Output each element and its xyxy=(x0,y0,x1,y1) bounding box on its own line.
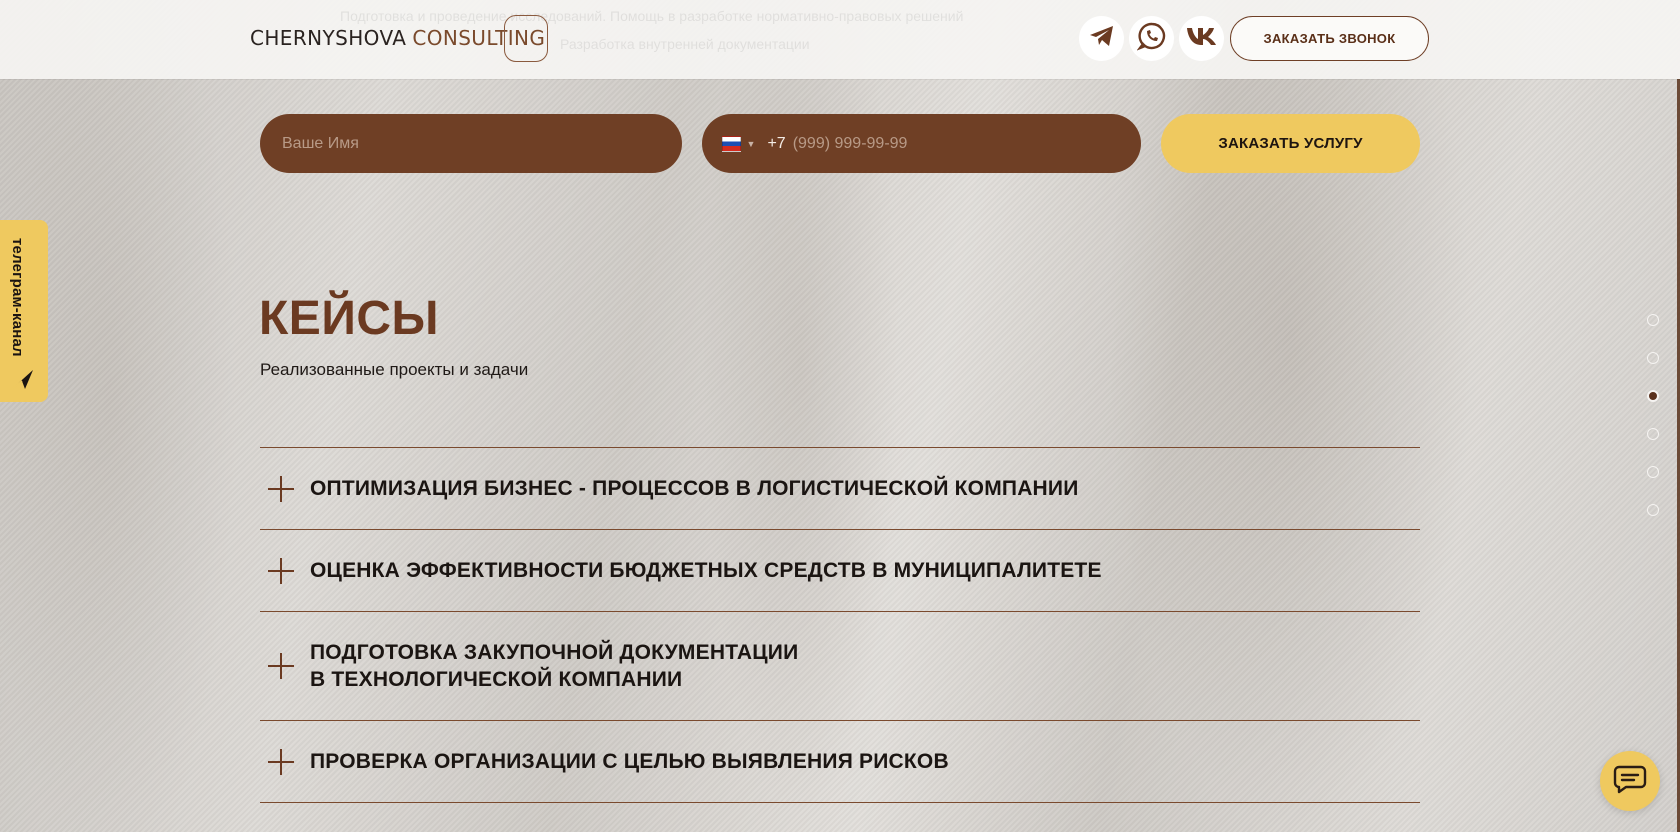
case-title: ПОДГОТОВКА ЗАКУПОЧНОЙ ДОКУМЕНТАЦИИ В ТЕХ… xyxy=(310,641,799,691)
telegram-link[interactable] xyxy=(1079,16,1124,61)
plus-icon xyxy=(268,557,294,584)
chevron-down-icon[interactable]: ▼ xyxy=(747,139,756,149)
name-field-wrapper xyxy=(260,114,682,173)
logo-frame xyxy=(504,15,548,62)
whatsapp-link[interactable] xyxy=(1129,16,1174,61)
russia-flag-icon[interactable] xyxy=(722,135,741,152)
telegram-channel-tab[interactable]: телеграм-канал xyxy=(0,220,48,402)
case-item[interactable]: ПРОВЕРКА ОРГАНИЗАЦИИ С ЦЕЛЬЮ ВЫЯВЛЕНИЯ Р… xyxy=(260,721,1420,802)
section-subtitle: Реализованные проекты и задачи xyxy=(260,360,529,379)
logo-text-dark: CHERNYSHOVA xyxy=(250,26,407,50)
phone-input[interactable] xyxy=(790,133,1141,154)
site-logo[interactable]: CHERNYSHOVA CONSULTING xyxy=(250,26,545,50)
chat-widget-button[interactable] xyxy=(1600,751,1660,811)
site-header: Подготовка и проведение исследований. По… xyxy=(0,0,1680,79)
vk-icon xyxy=(1186,26,1218,51)
case-title: ПРОВЕРКА ОРГАНИЗАЦИИ С ЦЕЛЬЮ ВЫЯВЛЕНИЯ Р… xyxy=(310,750,949,773)
order-call-button[interactable]: ЗАКАЗАТЬ ЗВОНОК xyxy=(1230,16,1429,61)
telegram-icon xyxy=(11,368,35,395)
plus-icon xyxy=(268,653,294,679)
case-title: ОЦЕНКА ЭФФЕКТИВНОСТИ БЮДЖЕТНЫХ СРЕДСТВ В… xyxy=(310,559,1102,582)
name-input[interactable] xyxy=(280,133,682,154)
scrolled-content-line: Подготовка и проведение исследований. По… xyxy=(340,8,964,24)
order-service-button[interactable]: ЗАКАЗАТЬ УСЛУГУ xyxy=(1161,114,1420,173)
divider xyxy=(260,802,1420,803)
whatsapp-icon xyxy=(1135,21,1167,56)
plus-icon xyxy=(268,748,294,775)
section-nav-dot[interactable] xyxy=(1647,352,1659,364)
section-nav-dot[interactable] xyxy=(1647,504,1659,516)
case-item[interactable]: ОПТИМИЗАЦИЯ БИЗНЕС - ПРОЦЕССОВ В ЛОГИСТИ… xyxy=(260,448,1420,529)
phone-field-wrapper: ▼ +7 xyxy=(702,114,1141,173)
case-item[interactable]: ОЦЕНКА ЭФФЕКТИВНОСТИ БЮДЖЕТНЫХ СРЕДСТВ В… xyxy=(260,530,1420,611)
chat-bubble-icon xyxy=(1613,764,1647,799)
telegram-icon xyxy=(1089,25,1115,52)
section-nav-dot[interactable] xyxy=(1647,428,1659,440)
case-item[interactable]: ПОДГОТОВКА ЗАКУПОЧНОЙ ДОКУМЕНТАЦИИ В ТЕХ… xyxy=(260,612,1420,720)
phone-prefix: +7 xyxy=(767,134,786,152)
plus-icon xyxy=(268,475,294,502)
telegram-channel-label: телеграм-канал xyxy=(9,238,26,357)
vk-link[interactable] xyxy=(1179,16,1224,61)
section-nav-dot[interactable] xyxy=(1647,466,1659,478)
case-title: ОПТИМИЗАЦИЯ БИЗНЕС - ПРОЦЕССОВ В ЛОГИСТИ… xyxy=(310,477,1079,500)
scrolled-content-line: Разработка внутренней документации xyxy=(560,36,810,52)
section-nav-dot-active[interactable] xyxy=(1647,390,1659,402)
section-nav-dot[interactable] xyxy=(1647,314,1659,326)
section-title: КЕЙСЫ xyxy=(259,292,439,345)
